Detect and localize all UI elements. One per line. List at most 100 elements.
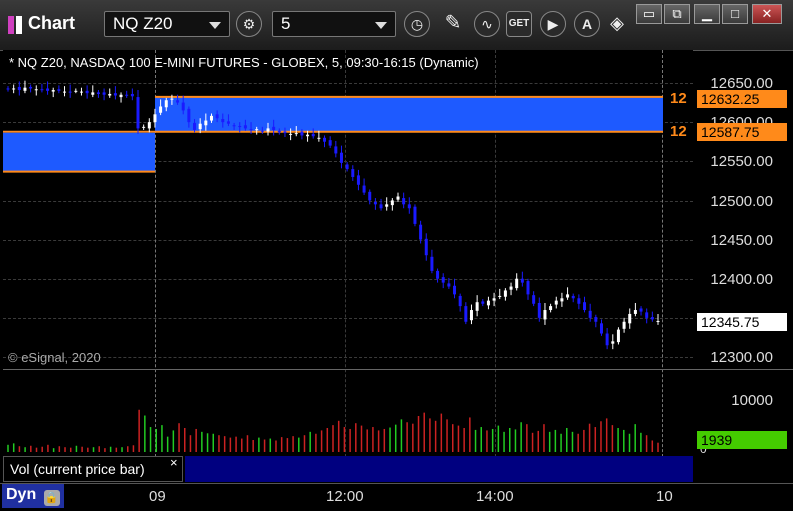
candle-body	[170, 98, 174, 100]
candle-body	[498, 295, 502, 297]
candle-body	[209, 115, 213, 121]
candle-body	[130, 93, 134, 97]
candle-body	[588, 310, 592, 318]
study-bar-area	[185, 456, 693, 482]
candle-body	[328, 140, 332, 146]
candle-body	[272, 126, 276, 130]
candle-body	[436, 270, 440, 279]
zone-high-price-tag: 12632.25	[697, 90, 787, 108]
supply-zone	[155, 96, 663, 132]
candle-body	[464, 306, 468, 322]
candle-body	[289, 133, 293, 135]
candle-body	[29, 86, 33, 89]
candle-body	[639, 308, 643, 312]
candle-body	[176, 100, 180, 103]
candle-body	[23, 87, 27, 91]
candle-body	[204, 120, 208, 126]
candle-body	[520, 278, 524, 283]
candle-body	[198, 123, 202, 130]
candle-body	[85, 90, 89, 94]
candle-body	[475, 302, 479, 311]
candle-body	[255, 129, 259, 131]
price-tick-label: 12500.00	[710, 193, 773, 210]
candle-body	[441, 277, 445, 283]
candle-body	[339, 152, 343, 163]
candle-body	[469, 310, 473, 321]
time-tick-label: 10	[656, 488, 673, 505]
candle-body	[458, 295, 462, 307]
close-study-icon[interactable]: ×	[170, 455, 178, 470]
candle-body	[215, 114, 219, 119]
panel-divider[interactable]	[3, 369, 793, 370]
time-tick-label: 12:00	[326, 488, 364, 505]
candle-body	[294, 133, 298, 135]
candle-body	[311, 133, 315, 137]
candle-body	[57, 89, 61, 91]
candle-body	[181, 102, 185, 111]
candle-body	[628, 313, 632, 324]
candle-body	[537, 302, 541, 318]
candle-body	[334, 146, 338, 154]
candle-body	[616, 329, 620, 343]
candle-body	[413, 206, 417, 224]
candle-body	[594, 317, 598, 322]
prior-day-zone	[3, 132, 155, 172]
candle-body	[243, 125, 247, 129]
candle-body	[260, 130, 264, 132]
candle-body	[317, 137, 321, 139]
candle-body	[68, 91, 72, 93]
candle-body	[46, 88, 50, 91]
candle-body	[356, 175, 360, 185]
candle-body	[79, 91, 83, 93]
candle-body	[323, 137, 327, 142]
candle-body	[153, 114, 157, 123]
candle-body	[232, 125, 236, 127]
zone-low-price-tag: 12587.75	[697, 123, 787, 141]
candle-body	[34, 89, 38, 91]
candle-body	[136, 97, 140, 129]
candle-body	[221, 119, 225, 123]
candle-body	[532, 295, 536, 304]
lock-icon[interactable]: 🔒	[43, 490, 60, 506]
candle-body	[430, 256, 434, 271]
candle-body	[193, 122, 197, 130]
candle-body	[351, 169, 355, 177]
candle-body	[645, 312, 649, 318]
price-tick-label: 12450.00	[710, 232, 773, 249]
candle-body	[549, 306, 553, 311]
candle-body	[407, 204, 411, 209]
price-tick-label: 12300.00	[710, 349, 773, 366]
candle-body	[266, 128, 270, 132]
candle-body	[560, 298, 564, 302]
dynamic-mode-label: Dyn	[6, 486, 37, 503]
candle-body	[373, 201, 377, 205]
candle-body	[571, 295, 575, 299]
candle-body	[650, 317, 654, 320]
candle-body	[300, 131, 304, 136]
last-volume-tag: 1939	[697, 431, 787, 449]
candle-body	[362, 185, 366, 193]
candle-body	[503, 290, 507, 297]
volume-study-label[interactable]: Vol (current price bar)	[3, 456, 183, 482]
time-axis[interactable]	[0, 483, 793, 511]
candle-body	[509, 286, 513, 290]
candle-body	[424, 238, 428, 256]
candle-body	[249, 129, 253, 131]
candle-body	[566, 294, 570, 298]
candle-body	[283, 131, 287, 134]
candle-body	[554, 300, 558, 305]
candle-body	[447, 283, 451, 287]
price-tick-label: 12550.00	[710, 153, 773, 170]
candle-body	[164, 100, 168, 108]
candle-body	[385, 204, 389, 207]
candle-body	[91, 92, 95, 95]
candle-body	[119, 94, 123, 98]
dynamic-mode-button[interactable]: Dyn 🔒	[2, 484, 64, 508]
chart-description: * NQ Z20, NASDAQ 100 E-MINI FUTURES - GL…	[9, 55, 479, 70]
candle-body	[453, 285, 457, 295]
candle-body	[147, 122, 151, 129]
candle-body	[40, 89, 44, 91]
candle-body	[368, 191, 372, 201]
zone-low-badge: 12	[670, 123, 687, 140]
candle-body	[419, 224, 423, 240]
